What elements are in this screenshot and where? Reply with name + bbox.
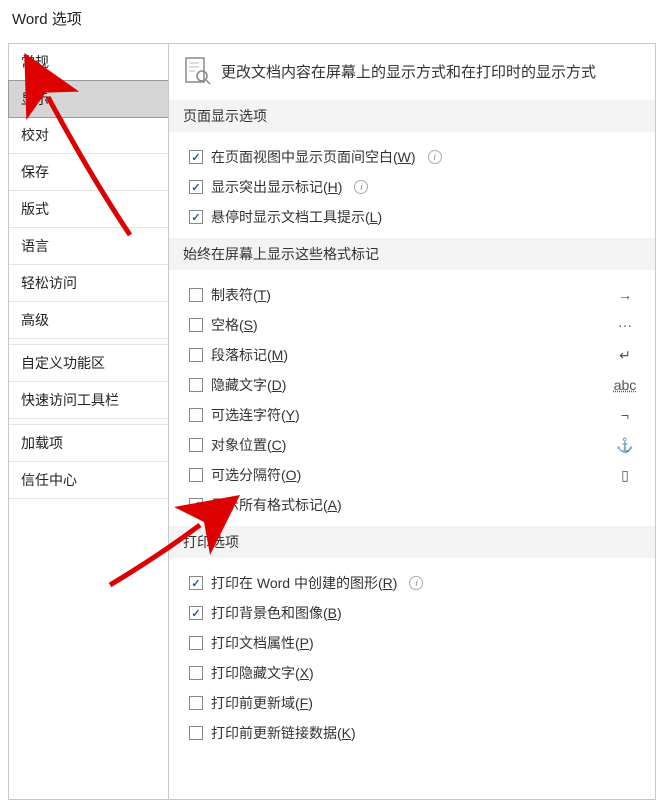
checkbox[interactable] xyxy=(189,408,203,422)
checkbox[interactable] xyxy=(189,438,203,452)
option-label: 打印前更新链接数据(K) xyxy=(211,723,356,743)
checkbox[interactable] xyxy=(189,288,203,302)
option-row: 打印前更新域(F) xyxy=(183,688,655,718)
option-label: 空格(S) xyxy=(211,315,361,335)
option-row: 显示所有格式标记(A) xyxy=(183,490,655,520)
sidebar-item-ease[interactable]: 轻松访问 xyxy=(9,265,168,302)
option-row: 打印背景色和图像(B) xyxy=(183,598,655,628)
window-title: Word 选项 xyxy=(0,0,664,43)
sidebar: 常规 显示 校对 保存 版式 语言 轻松访问 高级 自定义功能区 快速访问工具栏… xyxy=(8,43,168,800)
info-icon[interactable] xyxy=(428,150,442,164)
checkbox[interactable] xyxy=(189,468,203,482)
checkbox[interactable] xyxy=(189,150,203,164)
option-label: 打印在 Word 中创建的图形(R) xyxy=(211,573,397,593)
checkbox[interactable] xyxy=(189,726,203,740)
option-row: 制表符(T) → xyxy=(183,280,655,310)
sidebar-item-display[interactable]: 显示 xyxy=(8,80,169,118)
format-symbol: abc xyxy=(595,377,655,393)
checkbox[interactable] xyxy=(189,180,203,194)
sidebar-item-customize-ribbon[interactable]: 自定义功能区 xyxy=(9,345,168,382)
checkbox[interactable] xyxy=(189,696,203,710)
sidebar-item-advanced[interactable]: 高级 xyxy=(9,302,168,339)
option-row: 段落标记(M) ↵ xyxy=(183,340,655,370)
sidebar-item-general[interactable]: 常规 xyxy=(9,44,168,81)
option-label: 悬停时显示文档工具提示(L) xyxy=(211,207,382,227)
info-icon[interactable] xyxy=(354,180,368,194)
sidebar-item-proofing[interactable]: 校对 xyxy=(9,117,168,154)
section-format-marks-options: 制表符(T) → 空格(S) ··· 段落标记(M) ↵ 隐藏文字(D) abc 可选连字符(Y… xyxy=(183,280,655,520)
sidebar-item-save[interactable]: 保存 xyxy=(9,154,168,191)
option-label: 隐藏文字(D) xyxy=(211,375,361,395)
content-header: 更改文档内容在屏幕上的显示方式和在打印时的显示方式 xyxy=(183,56,655,86)
checkbox[interactable] xyxy=(189,318,203,332)
option-label: 可选连字符(Y) xyxy=(211,405,361,425)
section-format-marks: 始终在屏幕上显示这些格式标记 xyxy=(169,238,655,270)
checkbox[interactable] xyxy=(189,636,203,650)
option-row: 在页面视图中显示页面间空白(W) xyxy=(183,142,655,172)
section-print-options: 打印在 Word 中创建的图形(R) 打印背景色和图像(B) 打印文档属性(P) 打印… xyxy=(183,568,655,748)
option-row: 隐藏文字(D) abc xyxy=(183,370,655,400)
content-header-text: 更改文档内容在屏幕上的显示方式和在打印时的显示方式 xyxy=(221,61,596,82)
option-row: 打印在 Word 中创建的图形(R) xyxy=(183,568,655,598)
section-page-display-options: 在页面视图中显示页面间空白(W) 显示突出显示标记(H) 悬停时显示文档工具提示(L… xyxy=(183,142,655,232)
checkbox[interactable] xyxy=(189,606,203,620)
sidebar-item-trust[interactable]: 信任中心 xyxy=(9,462,168,499)
checkbox[interactable] xyxy=(189,498,203,512)
option-label: 显示突出显示标记(H) xyxy=(211,177,342,197)
document-icon xyxy=(183,56,211,86)
checkbox[interactable] xyxy=(189,576,203,590)
sidebar-item-qat[interactable]: 快速访问工具栏 xyxy=(9,382,168,419)
checkbox[interactable] xyxy=(189,348,203,362)
format-symbol: ↵ xyxy=(595,347,655,364)
format-symbol: ▯ xyxy=(595,467,655,484)
option-row: 打印前更新链接数据(K) xyxy=(183,718,655,748)
content-panel: 更改文档内容在屏幕上的显示方式和在打印时的显示方式 页面显示选项 在页面视图中显… xyxy=(168,43,656,800)
section-print: 打印选项 xyxy=(169,526,655,558)
checkbox[interactable] xyxy=(189,666,203,680)
option-label: 显示所有格式标记(A) xyxy=(211,495,361,515)
option-label: 打印背景色和图像(B) xyxy=(211,603,342,623)
sidebar-item-addins[interactable]: 加载项 xyxy=(9,425,168,462)
main-container: 常规 显示 校对 保存 版式 语言 轻松访问 高级 自定义功能区 快速访问工具栏… xyxy=(0,43,664,800)
option-row: 显示突出显示标记(H) xyxy=(183,172,655,202)
option-label: 打印隐藏文字(X) xyxy=(211,663,314,683)
sidebar-item-language[interactable]: 语言 xyxy=(9,228,168,265)
option-row: 可选连字符(Y) ¬ xyxy=(183,400,655,430)
option-row: 打印文档属性(P) xyxy=(183,628,655,658)
option-label: 在页面视图中显示页面间空白(W) xyxy=(211,147,416,167)
option-row: 对象位置(C) ⚓ xyxy=(183,430,655,460)
checkbox[interactable] xyxy=(189,210,203,224)
section-page-display: 页面显示选项 xyxy=(169,100,655,132)
option-label: 打印前更新域(F) xyxy=(211,693,313,713)
option-label: 打印文档属性(P) xyxy=(211,633,314,653)
option-label: 可选分隔符(O) xyxy=(211,465,361,485)
option-label: 制表符(T) xyxy=(211,285,361,305)
checkbox[interactable] xyxy=(189,378,203,392)
format-symbol: ⚓ xyxy=(595,437,655,454)
format-symbol: ¬ xyxy=(595,407,655,423)
option-label: 段落标记(M) xyxy=(211,345,361,365)
option-row: 打印隐藏文字(X) xyxy=(183,658,655,688)
format-symbol: ··· xyxy=(595,317,655,333)
option-label: 对象位置(C) xyxy=(211,435,361,455)
option-row: 可选分隔符(O) ▯ xyxy=(183,460,655,490)
format-symbol: → xyxy=(595,287,655,303)
sidebar-item-layout[interactable]: 版式 xyxy=(9,191,168,228)
option-row: 空格(S) ··· xyxy=(183,310,655,340)
option-row: 悬停时显示文档工具提示(L) xyxy=(183,202,655,232)
info-icon[interactable] xyxy=(409,576,423,590)
